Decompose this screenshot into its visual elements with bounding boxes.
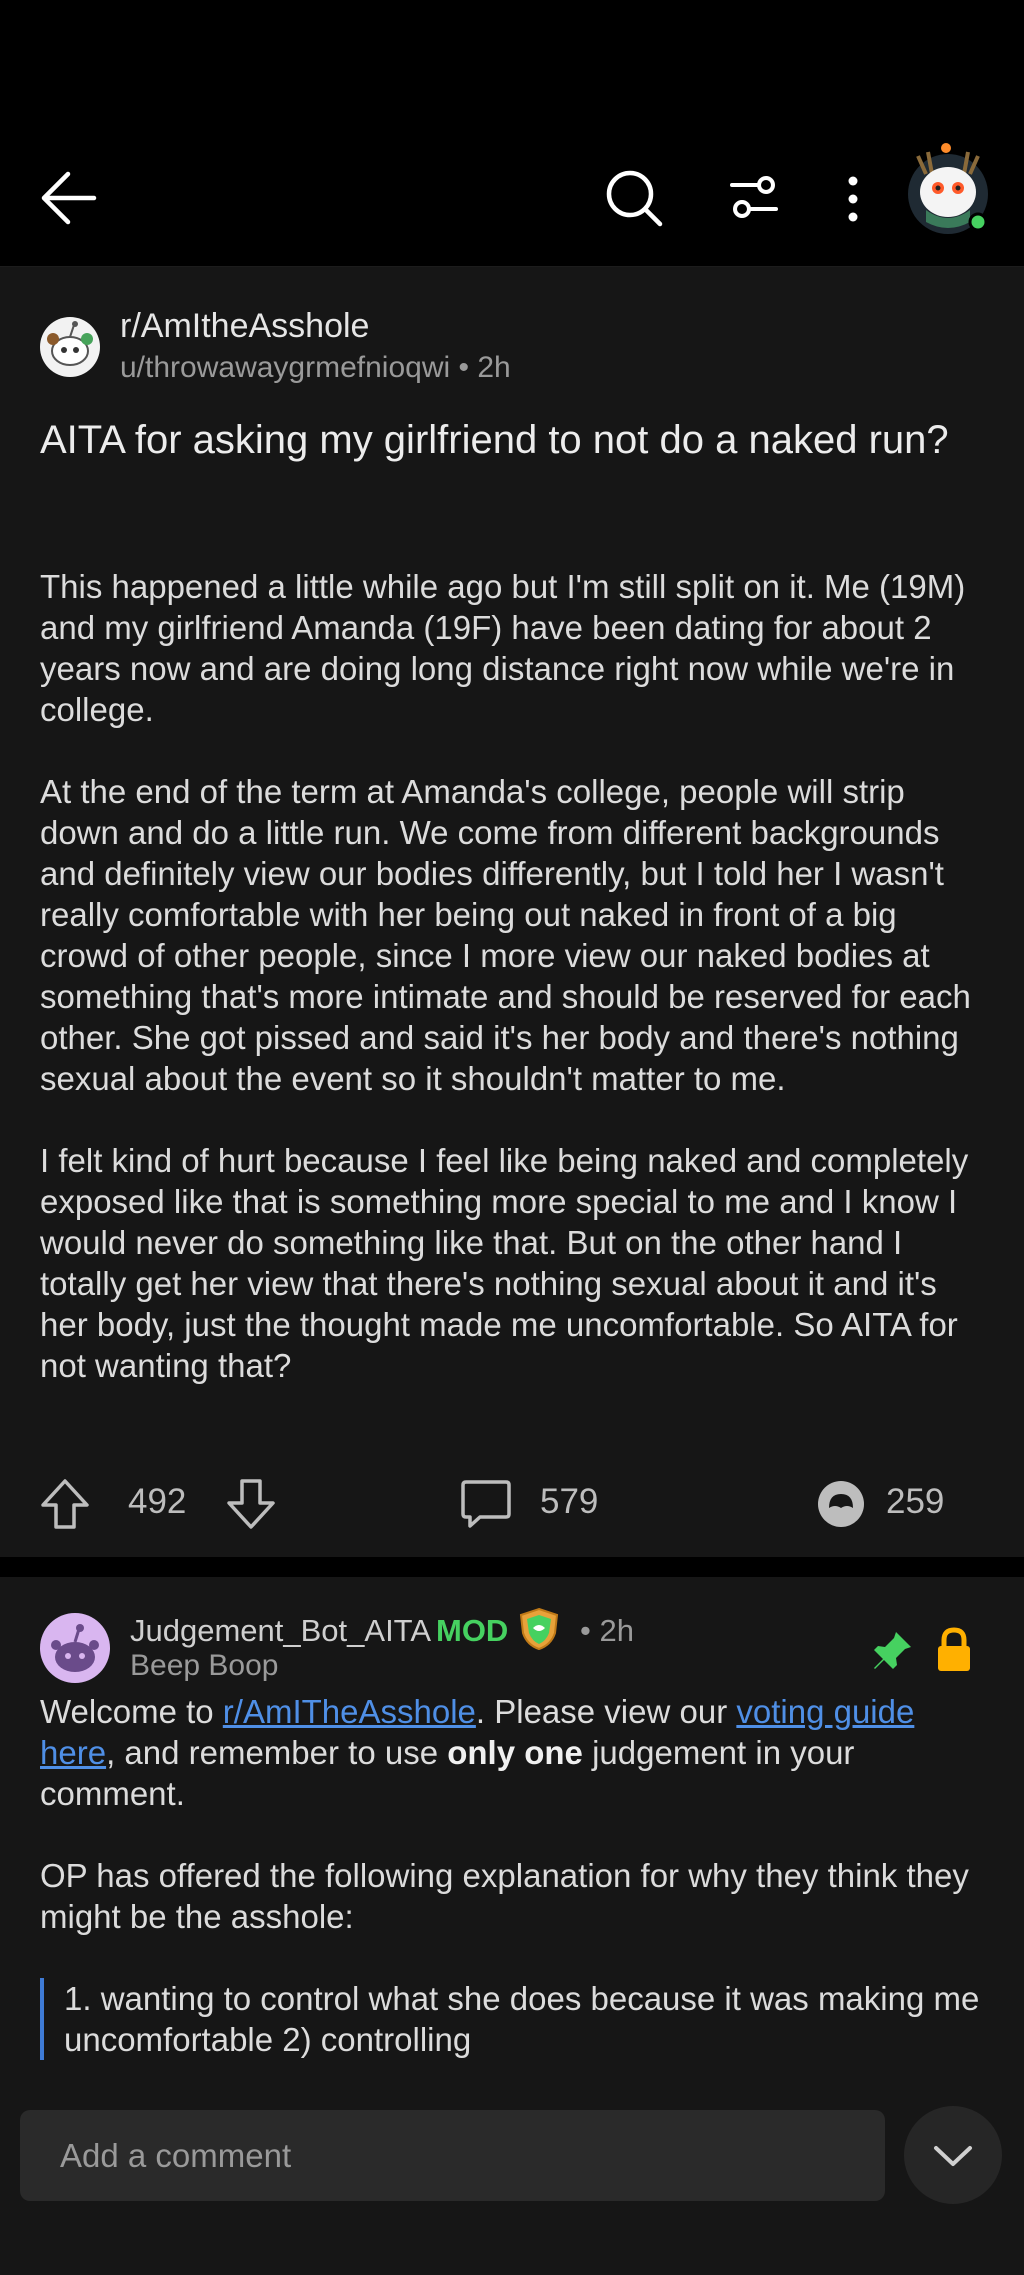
upvote-count: 492 (128, 1482, 187, 1521)
top-app-bar (0, 0, 1024, 267)
op-explanation-quote: 1. wanting to control what she does beca… (40, 1978, 990, 2060)
pinned-icon (870, 1629, 914, 1673)
more-options-button[interactable] (846, 176, 860, 222)
comment-paragraph-2: OP has offered the following explanation… (40, 1857, 969, 1935)
post-card: r/AmItheAsshole u/throwawaygrmefnioqwi •… (0, 267, 1024, 1557)
sliders-icon (730, 176, 778, 218)
subreddit-link[interactable]: r/AmITheAsshole (223, 1693, 476, 1730)
snoo-avatar-icon (47, 321, 93, 366)
view-text: . Please view our (475, 1693, 737, 1730)
post-meta: r/AmItheAsshole u/throwawaygrmefnioqwi •… (40, 307, 984, 387)
post-author-line: u/throwawaygrmefnioqwi • 2h (120, 351, 511, 385)
sort-button[interactable] (730, 174, 778, 220)
comment-time-line: • 2h (580, 1613, 634, 1649)
post-paragraph-1: This happened a little while ago but I'm… (40, 568, 966, 728)
collapse-button[interactable] (904, 2106, 1002, 2204)
more-vertical-icon (848, 176, 858, 222)
add-comment-input[interactable] (20, 2110, 885, 2201)
post-body: This happened a little while ago but I'm… (40, 566, 990, 1427)
award-count: 259 (886, 1482, 945, 1521)
post-paragraph-2: At the end of the term at Amanda's colle… (40, 773, 971, 1097)
only-one-emphasis: only one (447, 1734, 583, 1771)
section-divider (0, 1557, 1024, 1577)
post-author[interactable]: u/throwawaygrmefnioqwi (120, 351, 450, 384)
award-icon (818, 1481, 864, 1527)
comment-avatar[interactable] (40, 1613, 110, 1683)
chevron-down-icon (934, 2146, 972, 2166)
meta-separator: • (580, 1613, 591, 1648)
locked-icon (936, 1627, 972, 1673)
search-icon (606, 170, 663, 227)
upvote-arrow-icon (41, 1479, 89, 1529)
comments-button[interactable] (460, 1478, 512, 1530)
comment-count: 579 (540, 1482, 599, 1521)
comment-author[interactable]: Judgement_Bot_AITA (130, 1613, 431, 1649)
post-title: AITA for asking my girlfriend to not do … (40, 418, 949, 462)
welcome-text: Welcome to (40, 1693, 223, 1730)
subreddit-avatar[interactable] (40, 317, 100, 377)
mod-shield-icon (518, 1607, 560, 1651)
subreddit-name[interactable]: r/AmItheAsshole (120, 307, 369, 346)
post-action-bar: 492 579 259 (0, 1470, 1024, 1534)
comment-body: Welcome to r/AmITheAsshole. Please view … (40, 1691, 990, 2060)
snoo-avatar-icon (51, 1624, 99, 1672)
post-time: 2h (477, 351, 511, 384)
comment-time: 2h (599, 1613, 634, 1648)
user-flair: Beep Boop (130, 1649, 279, 1682)
back-button[interactable] (38, 170, 98, 226)
profile-avatar-button[interactable] (898, 134, 998, 238)
upvote-button[interactable] (40, 1478, 90, 1530)
post-paragraph-3: I felt kind of hurt because I feel like … (40, 1142, 969, 1384)
awards-button[interactable] (814, 1478, 868, 1530)
comment-paragraph-1: Welcome to r/AmITheAsshole. Please view … (40, 1691, 990, 1814)
downvote-button[interactable] (226, 1478, 276, 1530)
downvote-arrow-icon (227, 1479, 275, 1529)
comment-icon (461, 1480, 511, 1528)
comment-composer (20, 2110, 885, 2201)
search-button[interactable] (604, 168, 664, 228)
mod-badge: MOD (436, 1613, 509, 1648)
meta-separator: • (458, 351, 470, 384)
arrow-left-icon (41, 171, 97, 225)
user-avatar (908, 143, 988, 234)
remember-text: , and remember to use (106, 1734, 448, 1771)
